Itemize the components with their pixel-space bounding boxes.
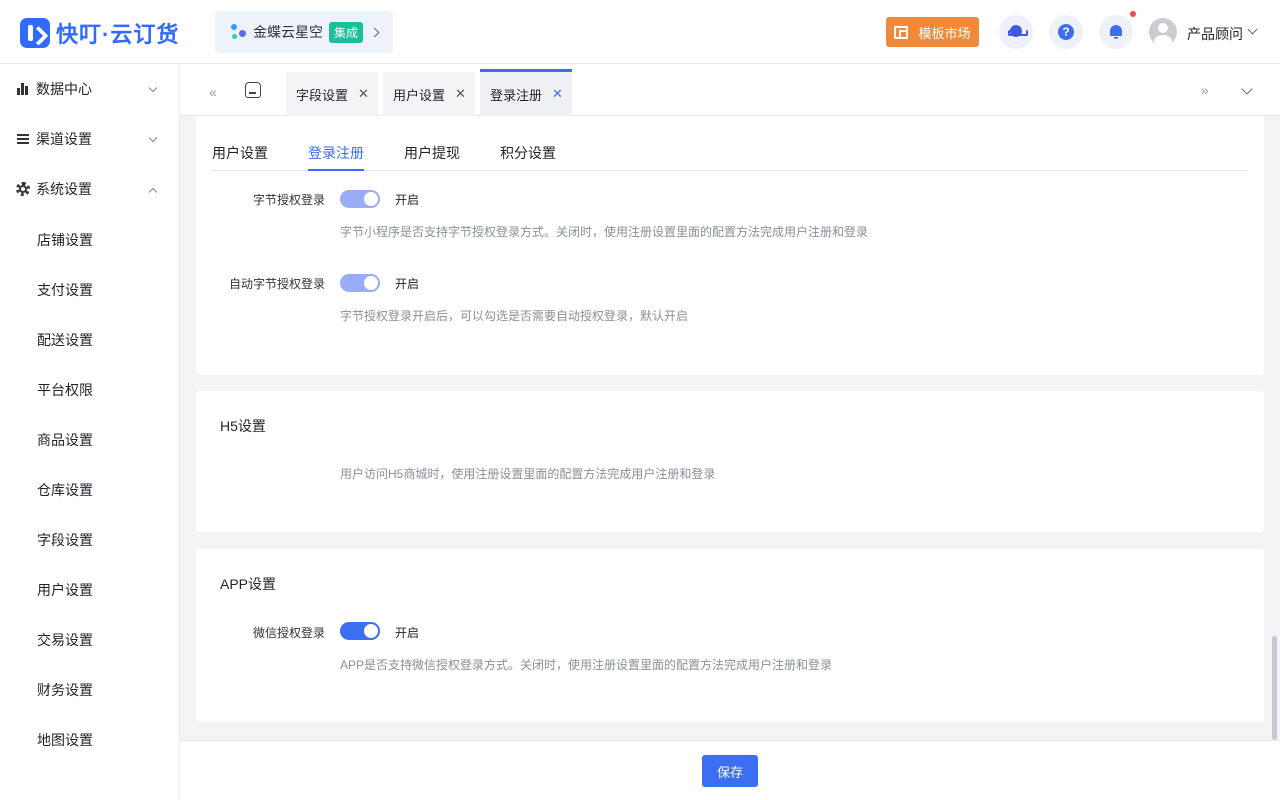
wechat-auth-hint: APP是否支持微信授权登录方式。关闭时，使用注册设置里面的配置方法完成用户注册和… [340, 658, 833, 672]
subtab-withdrawal[interactable]: 用户提现 [404, 143, 460, 163]
kingdee-label: 金蝶云星空 [253, 24, 323, 40]
template-market-label: 模板市场 [918, 25, 971, 41]
home-icon[interactable] [245, 82, 261, 98]
brand-logo[interactable]: 快叮·云订货 [20, 17, 179, 49]
gear-icon [16, 182, 30, 196]
sidebar: 数据中心 渠道设置 系统设置 店铺设置 支付设置 配送设置 平台权限 商品设置 … [0, 64, 180, 800]
save-button[interactable]: 保存 [702, 755, 758, 787]
app-settings-card: APP设置 微信授权登录 开启 APP是否支持微信授权登录方式。关闭时，使用注册… [196, 549, 1264, 722]
notification-dot [1130, 11, 1136, 17]
login-settings-card: 用户设置 登录注册 用户提现 积分设置 字节授权登录 开启 字节小程序是否支持字… [196, 116, 1264, 375]
bytedance-auth-hint: 字节小程序是否支持字节授权登录方式。关闭时，使用注册设置里面的配置方法完成用户注… [340, 225, 869, 239]
chevron-down-icon [148, 83, 158, 93]
sidebar-item-products[interactable]: 商品设置 [37, 430, 93, 450]
sidebar-item-warehouse[interactable]: 仓库设置 [37, 480, 93, 500]
wechat-auth-state: 开启 [395, 626, 420, 640]
kingdee-icon [229, 22, 249, 42]
notifications-button[interactable] [1099, 15, 1133, 49]
sidebar-item-fields[interactable]: 字段设置 [37, 530, 93, 550]
logo-icon [20, 18, 50, 48]
sidebar-item-trading[interactable]: 交易设置 [37, 630, 93, 650]
scroll-tabs-right-icon[interactable]: » [1201, 82, 1209, 98]
h5-settings-title: H5设置 [220, 418, 266, 434]
sidebar-group-system[interactable]: 系统设置 [0, 169, 179, 209]
sidebar-group-channel[interactable]: 渠道设置 [0, 119, 179, 159]
template-market-button[interactable]: 模板市场 [886, 17, 979, 47]
top-header: 快叮·云订货 金蝶云星空 集成 模板市场 ? 产品顾问 [0, 0, 1280, 64]
tab-login-register[interactable]: 登录注册 ✕ [480, 69, 572, 116]
sidebar-item-payment[interactable]: 支付设置 [37, 280, 93, 300]
settings-subtabs: 用户设置 登录注册 用户提现 积分设置 [212, 116, 1248, 171]
sidebar-group-label: 系统设置 [36, 181, 92, 197]
help-icon: ? [1058, 24, 1074, 40]
close-icon[interactable]: ✕ [455, 86, 466, 102]
kingdee-integration-link[interactable]: 金蝶云星空 集成 [215, 11, 393, 53]
bytedance-auth-switch[interactable] [340, 190, 380, 208]
sidebar-group-label: 渠道设置 [36, 131, 92, 147]
footer-bar: 保存 [180, 740, 1280, 800]
sidebar-item-permissions[interactable]: 平台权限 [37, 380, 93, 400]
chevron-up-icon [148, 187, 158, 197]
bytedance-auto-auth-switch[interactable] [340, 274, 380, 292]
sidebar-item-finance[interactable]: 财务设置 [37, 680, 93, 700]
tab-label: 登录注册 [490, 87, 543, 103]
sidebar-item-users[interactable]: 用户设置 [37, 580, 93, 600]
sidebar-item-store[interactable]: 店铺设置 [37, 230, 93, 250]
user-name[interactable]: 产品顾问 [1187, 24, 1243, 44]
subtab-login-register[interactable]: 登录注册 [308, 143, 364, 171]
page-tab-bar: « 字段设置 ✕ 用户设置 ✕ 登录注册 ✕ » [180, 64, 1280, 116]
wechat-auth-label: 微信授权登录 [252, 626, 325, 640]
bell-icon [1109, 25, 1123, 39]
sidebar-item-delivery[interactable]: 配送设置 [37, 330, 93, 350]
close-icon[interactable]: ✕ [552, 86, 563, 102]
bytedance-auto-auth-label: 自动字节授权登录 [228, 277, 325, 291]
subtab-points[interactable]: 积分设置 [500, 143, 556, 163]
bytedance-auto-auth-hint: 字节授权登录开启后，可以勾选是否需要自动授权登录，默认开启 [340, 309, 689, 323]
customer-service-button[interactable] [999, 15, 1033, 49]
bytedance-auth-label: 字节授权登录 [252, 193, 325, 207]
bytedance-auth-state: 开启 [395, 193, 420, 207]
chevron-down-icon[interactable] [1247, 24, 1258, 35]
scroll-tabs-left-icon[interactable]: « [209, 84, 217, 100]
sidebar-item-map[interactable]: 地图设置 [37, 730, 93, 750]
bar-chart-icon [16, 82, 30, 96]
sidebar-group-data-center[interactable]: 数据中心 [0, 69, 179, 109]
chevron-down-icon[interactable] [1241, 83, 1253, 95]
tab-label: 用户设置 [393, 87, 446, 103]
avatar[interactable] [1149, 18, 1177, 46]
app-settings-title: APP设置 [220, 576, 277, 592]
integration-badge: 集成 [329, 21, 364, 43]
template-icon [894, 25, 909, 39]
h5-settings-hint: 用户访问H5商城时，使用注册设置里面的配置方法完成用户注册和登录 [340, 467, 716, 481]
tab-label: 字段设置 [296, 87, 349, 103]
sidebar-group-label: 数据中心 [36, 81, 92, 97]
wechat-auth-switch[interactable] [340, 622, 380, 640]
chevron-right-icon [369, 27, 380, 37]
h5-settings-card: H5设置 用户访问H5商城时，使用注册设置里面的配置方法完成用户注册和登录 [196, 391, 1264, 532]
bytedance-auto-auth-state: 开启 [395, 277, 420, 291]
help-button[interactable]: ? [1049, 15, 1083, 49]
brand-name: 快叮·云订货 [56, 22, 180, 47]
close-icon[interactable]: ✕ [358, 86, 369, 102]
chevron-down-icon [148, 133, 158, 143]
tab-field-settings[interactable]: 字段设置 ✕ [286, 72, 378, 116]
tab-user-settings[interactable]: 用户设置 ✕ [383, 72, 475, 116]
list-icon [16, 132, 30, 146]
subtab-user-settings[interactable]: 用户设置 [212, 143, 268, 163]
customer-service-icon [1008, 25, 1028, 39]
content-scrollbar[interactable] [1272, 636, 1277, 740]
